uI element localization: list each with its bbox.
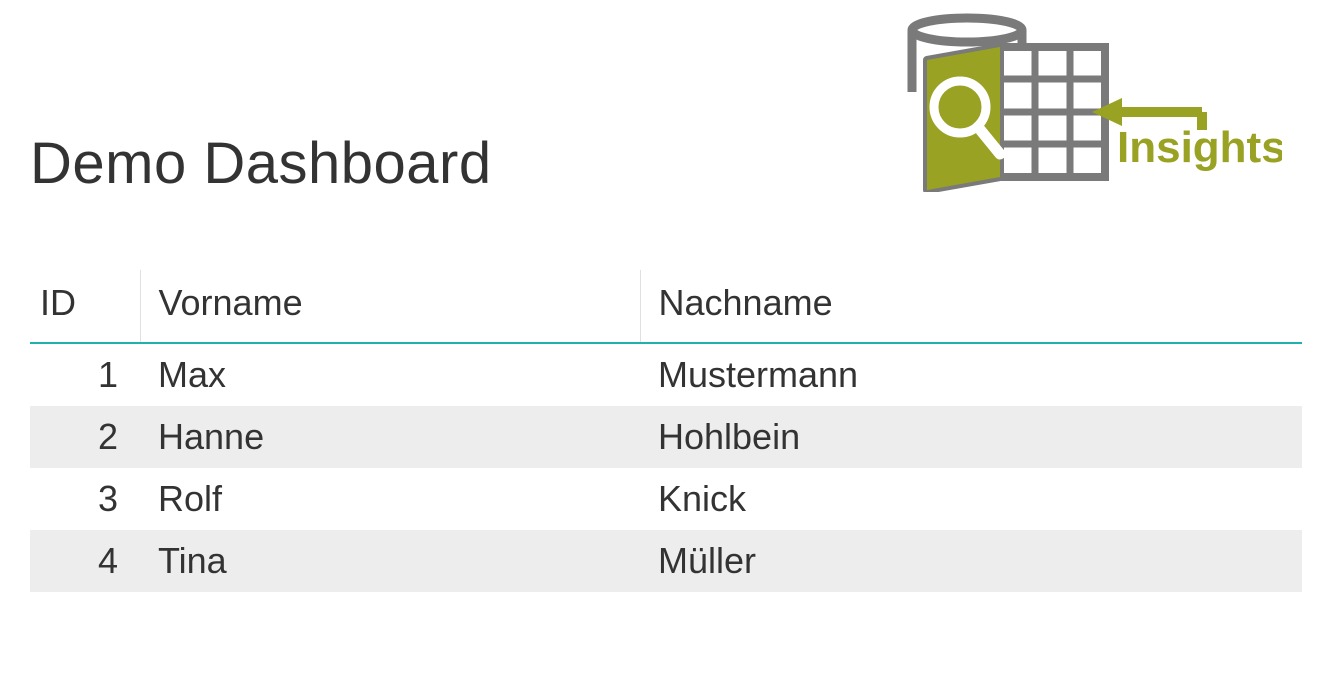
column-header-nachname[interactable]: Nachname	[640, 270, 1302, 343]
magnifier-panel-icon	[927, 47, 1000, 190]
insights-logo: Insights	[892, 12, 1282, 197]
cell-vorname: Max	[140, 343, 640, 406]
cell-id: 4	[30, 530, 140, 592]
cell-vorname: Tina	[140, 530, 640, 592]
cell-id: 1	[30, 343, 140, 406]
column-header-vorname[interactable]: Vorname	[140, 270, 640, 343]
page-title: Demo Dashboard	[30, 130, 492, 197]
cell-nachname: Hohlbein	[640, 406, 1302, 468]
data-table: ID Vorname Nachname 1 Max Mustermann 2 H…	[30, 270, 1302, 592]
cell-id: 2	[30, 406, 140, 468]
table-row[interactable]: 3 Rolf Knick	[30, 468, 1302, 530]
cell-nachname: Knick	[640, 468, 1302, 530]
logo-text: Insights	[1117, 123, 1282, 172]
cell-nachname: Müller	[640, 530, 1302, 592]
cell-vorname: Hanne	[140, 406, 640, 468]
table-row[interactable]: 1 Max Mustermann	[30, 343, 1302, 406]
insights-logo-icon: Insights	[892, 12, 1282, 192]
column-header-id[interactable]: ID	[30, 270, 140, 343]
table-header-row: ID Vorname Nachname	[30, 270, 1302, 343]
cell-id: 3	[30, 468, 140, 530]
table-row[interactable]: 4 Tina Müller	[30, 530, 1302, 592]
table-body: 1 Max Mustermann 2 Hanne Hohlbein 3 Rolf…	[30, 343, 1302, 592]
header: Demo Dashboard	[0, 0, 1332, 230]
data-table-container: ID Vorname Nachname 1 Max Mustermann 2 H…	[30, 270, 1302, 592]
cell-nachname: Mustermann	[640, 343, 1302, 406]
table-row[interactable]: 2 Hanne Hohlbein	[30, 406, 1302, 468]
cell-vorname: Rolf	[140, 468, 640, 530]
